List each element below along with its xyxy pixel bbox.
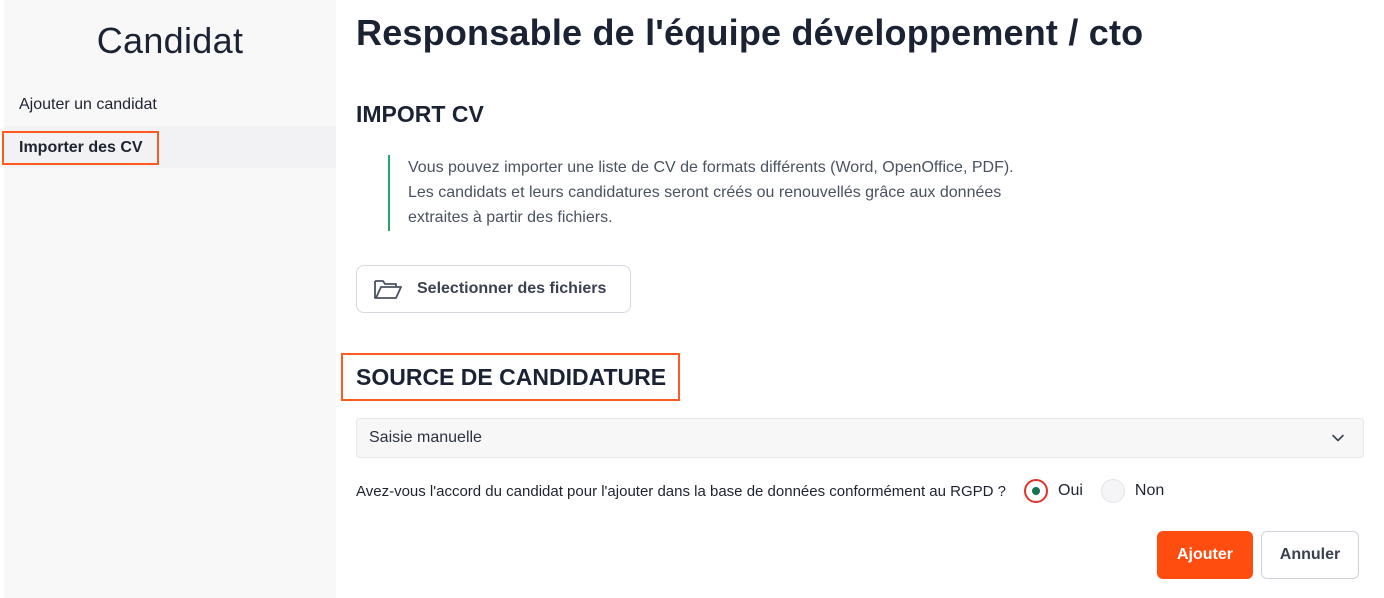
select-files-button[interactable]: Selectionner des fichiers <box>356 265 631 313</box>
radio-oui[interactable] <box>1024 479 1049 503</box>
sidebar-item-add-candidate[interactable]: Ajouter un candidat <box>4 94 336 120</box>
select-files-label: Selectionner des fichiers <box>417 280 607 297</box>
import-info-line: extraites à partir des fichiers. <box>408 209 613 226</box>
sidebar-item-import-cv-label[interactable]: Importer des CV <box>2 131 159 165</box>
rgpd-question: Avez-vous l'accord du candidat pour l'aj… <box>356 482 1007 500</box>
rgpd-option-oui[interactable]: Oui <box>1024 479 1083 503</box>
folder-open-icon <box>373 277 403 301</box>
source-heading-box: SOURCE DE CANDIDATURE <box>341 353 681 401</box>
import-cv-heading: IMPORT CV <box>356 101 484 127</box>
import-info-block: Vous pouvez importer une liste de CV de … <box>388 155 1108 231</box>
sidebar: Candidat Ajouter un candidat Importer de… <box>2 0 336 598</box>
radio-oui-label: Oui <box>1058 482 1083 499</box>
chevron-down-icon <box>1331 431 1345 445</box>
page-title: Responsable de l'équipe développement / … <box>356 12 1144 53</box>
radio-non-label: Non <box>1134 482 1165 499</box>
main-content: Responsable de l'équipe développement / … <box>341 0 1384 598</box>
import-info-line: Les candidats et leurs candidatures sero… <box>408 184 1002 201</box>
source-select[interactable]: Saisie manuelle <box>356 418 1364 458</box>
radio-non[interactable] <box>1100 479 1125 503</box>
cancel-button[interactable]: Annuler <box>1261 531 1359 579</box>
source-select-value: Saisie manuelle <box>369 429 482 446</box>
sidebar-title: Candidat <box>96 20 244 61</box>
sidebar-item-import-cv[interactable]: Importer des CV <box>2 126 336 168</box>
source-heading: SOURCE DE CANDIDATURE <box>356 363 667 390</box>
import-info-line: Vous pouvez importer une liste de CV de … <box>408 159 1014 176</box>
add-button[interactable]: Ajouter <box>1157 531 1253 579</box>
rgpd-option-non[interactable]: Non <box>1100 479 1165 503</box>
rgpd-consent-row: Avez-vous l'accord du candidat pour l'aj… <box>356 478 1164 504</box>
